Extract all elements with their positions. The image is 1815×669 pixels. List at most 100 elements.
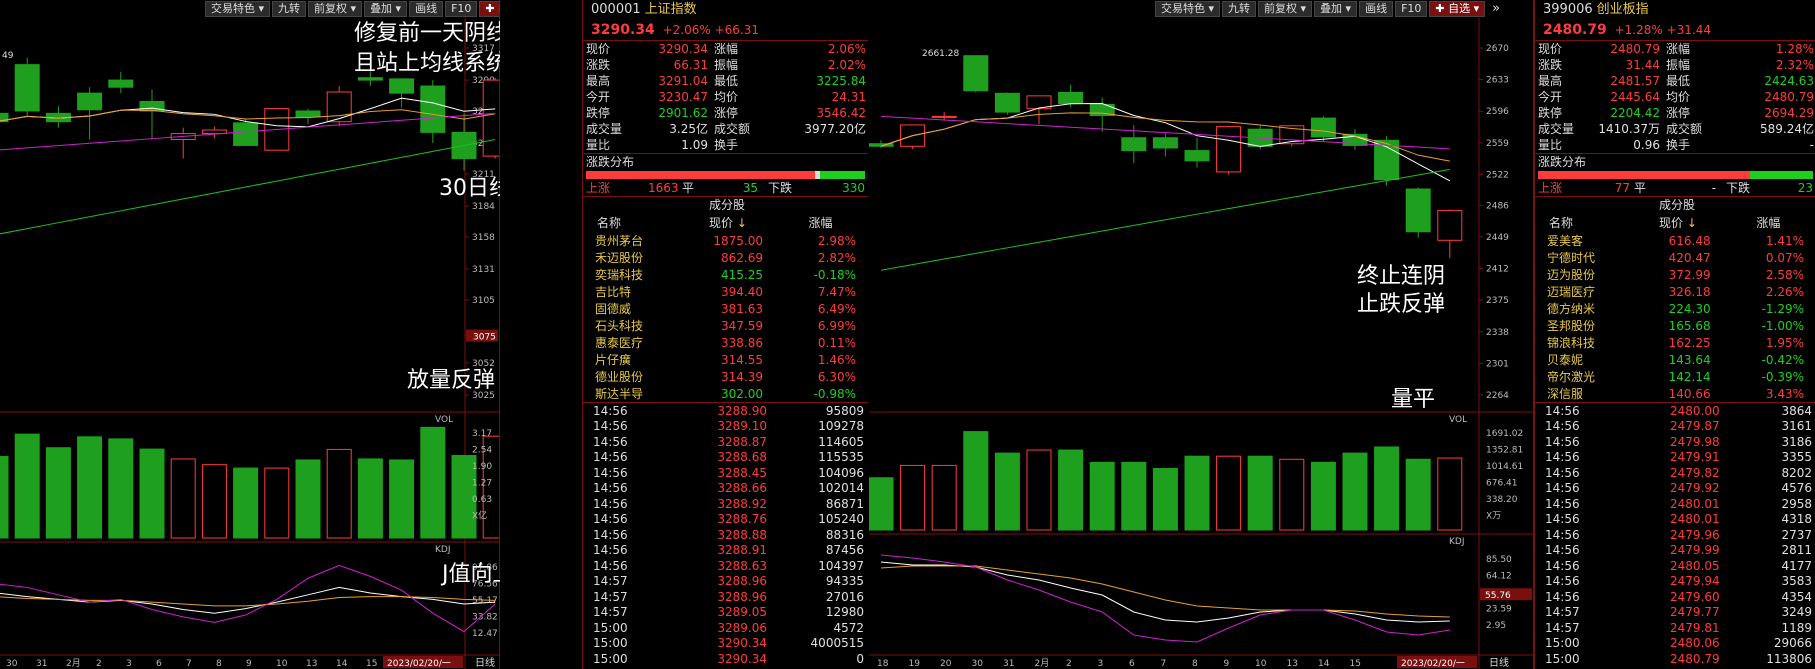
candle-up[interactable] [1437,209,1463,241]
candle-up[interactable] [931,115,957,118]
volume-bar[interactable] [963,431,989,531]
quote-field-row: 成交量 3.25亿 成交额 3977.20亿 [583,121,868,137]
constituent-row[interactable]: 迈瑞医疗 326.18 2.26% [1535,283,1815,300]
tick-price: 3288.88 [717,527,767,542]
constituent-row[interactable]: 片仔癀 314.55 1.46% [583,351,868,368]
candle-down[interactable] [1121,137,1147,152]
volume-bar[interactable] [357,458,383,539]
candle-down[interactable] [1184,150,1210,162]
constituent-row[interactable]: 禾迈股份 862.69 2.82% [583,249,868,266]
volume-bar[interactable] [77,436,103,539]
tick-row: 15:00 3290.34 0 [583,651,868,667]
constituent-row[interactable]: 固德威 381.63 6.49% [583,300,868,317]
col-price[interactable]: 现价 ↓ [683,213,773,232]
volume-bar[interactable] [994,452,1020,531]
volume-bar[interactable] [170,458,196,539]
candle-up[interactable] [1216,126,1242,173]
candle-down[interactable] [389,78,415,94]
volume-bar[interactable] [1089,461,1115,531]
volume-bar[interactable] [45,447,71,539]
field-value: 2694.29 [1764,106,1814,120]
candle-down[interactable] [295,110,321,118]
candle-down[interactable] [1310,117,1336,138]
volume-bar[interactable] [14,433,40,539]
constituent-row[interactable]: 德方纳米 224.30 -1.29% [1535,300,1815,317]
volume-bar[interactable] [1152,467,1178,531]
left-kline-area[interactable]: 交易特色 ▾ 九转 前复权 ▾ 叠加 ▾ 画线 F10 ✚ 自选 ▾ » 331… [0,0,500,669]
volume-bar[interactable] [1279,458,1305,531]
constituent-row[interactable]: 锦浪科技 162.25 1.95% [1535,334,1815,351]
volume-bar[interactable] [233,467,259,539]
col-price[interactable]: 现价 ↓ [1635,213,1720,232]
volume-bar[interactable] [326,448,352,539]
volume-bar[interactable] [1310,461,1336,531]
col-name[interactable]: 名称 [1535,213,1635,232]
stock-name: 迈为股份 [1547,268,1596,282]
constituent-row[interactable]: 斯达半导 302.00 -0.98% [583,385,868,402]
right-kline-area[interactable]: 交易特色 ▾ 九转 前复权 ▾ 叠加 ▾ 画线 F10 ✚ 自选 ▾ » 267… [869,0,1534,669]
candle-down[interactable] [1152,137,1178,149]
col-name[interactable]: 名称 [583,213,683,232]
volume-bar[interactable] [1374,446,1400,531]
candle-down[interactable] [77,92,103,111]
candle-up[interactable] [482,79,499,157]
volume-bar[interactable] [201,464,227,539]
stock-change: 0.07% [1765,250,1804,265]
volume-bar[interactable] [264,467,290,539]
volume-bar[interactable] [1247,455,1273,531]
constituent-row[interactable]: 石头科技 347.59 6.99% [583,317,868,334]
constituent-row[interactable]: 奕瑞科技 415.25 -0.18% [583,266,868,283]
volume-bar[interactable] [900,464,926,531]
candle-down[interactable] [357,77,383,81]
volume-bar[interactable] [1405,458,1431,531]
volume-bar[interactable] [0,456,9,539]
candle-down[interactable] [233,122,259,146]
constituent-row[interactable]: 德业股份 314.39 6.30% [583,368,868,385]
volume-bar[interactable] [1437,457,1463,531]
volume-bar[interactable] [108,438,134,539]
candle-down[interactable] [994,92,1020,113]
stock-change: 7.47% [817,284,856,299]
tick-price: 2480.79 [1670,651,1720,666]
volume-bar[interactable] [1342,452,1368,531]
candle-down[interactable] [963,55,989,92]
constituent-row[interactable]: 宁德时代 420.47 0.07% [1535,249,1815,266]
volume-bar[interactable] [420,426,446,539]
volume-bar[interactable] [389,459,415,539]
tick-volume: 4354 [1781,589,1812,604]
field-value: 2.02% [827,58,866,72]
volume-bar[interactable] [295,459,321,539]
tick-price: 2479.77 [1670,605,1720,620]
volume-bar[interactable] [1121,461,1147,531]
tick-time: 14:56 [1545,450,1580,465]
volume-bar[interactable] [869,477,894,531]
constituent-row[interactable]: 贝泰妮 143.64 -0.42% [1535,351,1815,368]
constituent-row[interactable]: 贵州茅台 1875.00 2.98% [583,232,868,249]
constituent-row[interactable]: 深信服 140.66 3.43% [1535,385,1815,402]
constituent-row[interactable]: 圣邦股份 165.68 -1.00% [1535,317,1815,334]
candle-down[interactable] [1058,91,1084,105]
price-axis-label: 2559 [1486,139,1509,149]
constituent-row[interactable]: 吉比特 394.40 7.47% [583,283,868,300]
volume-bar[interactable] [139,448,165,539]
candle-down[interactable] [14,64,40,112]
volume-bar[interactable] [1216,455,1242,531]
candle-down[interactable] [420,85,446,133]
col-change[interactable]: 涨幅 [773,213,868,232]
tick-volume: 3161 [1781,419,1812,434]
volume-bar[interactable] [1058,449,1084,531]
constituent-row[interactable]: 迈为股份 372.99 2.58% [1535,266,1815,283]
volume-bar[interactable] [1026,449,1052,531]
vol-label: VOL [1449,415,1467,425]
col-change[interactable]: 涨幅 [1721,213,1815,232]
constituent-row[interactable]: 帝尔激光 142.14 -0.39% [1535,368,1815,385]
tick-volume: 104397 [818,558,864,573]
constituent-row[interactable]: 惠泰医疗 338.86 0.11% [583,334,868,351]
candle-down[interactable] [108,79,134,88]
field-value: 1.09 [681,138,708,152]
volume-bar[interactable] [931,464,957,531]
volume-bar[interactable] [1184,455,1210,531]
candle-up[interactable] [326,91,352,123]
candle-down[interactable] [1405,188,1431,233]
constituent-row[interactable]: 爱美客 616.48 1.41% [1535,232,1815,249]
